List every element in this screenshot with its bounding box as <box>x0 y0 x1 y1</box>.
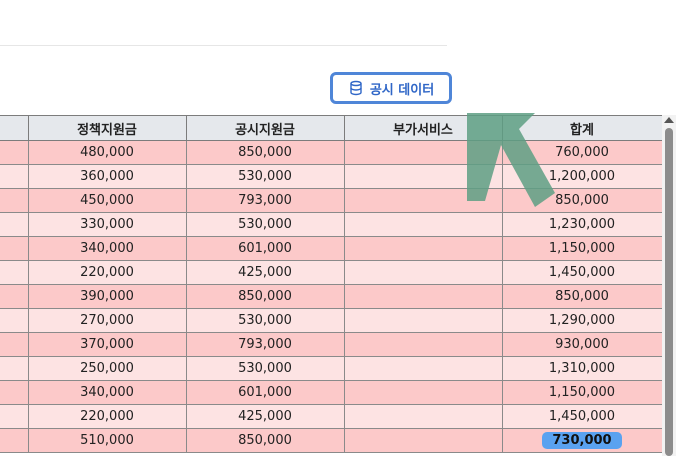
cell-total[interactable]: 760,000 <box>501 140 662 165</box>
table-header-row: 정책지원금 공시지원금 부가서비스 합계 <box>0 115 662 141</box>
table-row[interactable]: 360,000 530,000 1,200,000 <box>0 164 662 189</box>
cell-leading[interactable] <box>0 212 29 237</box>
vertical-scrollbar-thumb[interactable] <box>665 128 673 456</box>
subsidy-table: 정책지원금 공시지원금 부가서비스 합계 480,000 850,000 760,0… <box>0 115 662 453</box>
subsidy-table-container: 정책지원금 공시지원금 부가서비스 합계 480,000 850,000 760,0… <box>0 115 662 456</box>
cell-policy-subsidy[interactable]: 360,000 <box>27 164 187 189</box>
cell-public-subsidy[interactable]: 530,000 <box>185 164 345 189</box>
cell-public-subsidy[interactable]: 850,000 <box>185 140 345 165</box>
table-row[interactable]: 220,000 425,000 1,450,000 <box>0 260 662 285</box>
cell-public-subsidy[interactable]: 601,000 <box>185 380 345 405</box>
cell-leading[interactable] <box>0 140 29 165</box>
cell-public-subsidy[interactable]: 425,000 <box>185 260 345 285</box>
cell-leading[interactable] <box>0 236 29 261</box>
cell-leading[interactable] <box>0 284 29 309</box>
cell-additional-service[interactable] <box>343 260 503 285</box>
cell-additional-service[interactable] <box>343 428 503 453</box>
cell-additional-service[interactable] <box>343 356 503 381</box>
cell-public-subsidy[interactable]: 530,000 <box>185 212 345 237</box>
cell-policy-subsidy[interactable]: 480,000 <box>27 140 187 165</box>
cell-total[interactable]: 730,000 <box>501 428 662 453</box>
cell-total[interactable]: 850,000 <box>501 284 662 309</box>
cell-policy-subsidy[interactable]: 510,000 <box>27 428 187 453</box>
cell-leading[interactable] <box>0 428 29 453</box>
cell-total[interactable]: 1,200,000 <box>501 164 662 189</box>
cell-policy-subsidy[interactable]: 220,000 <box>27 260 187 285</box>
cell-additional-service[interactable] <box>343 308 503 333</box>
cell-leading[interactable] <box>0 260 29 285</box>
table-row[interactable]: 390,000 850,000 850,000 <box>0 284 662 309</box>
cell-policy-subsidy[interactable]: 340,000 <box>27 380 187 405</box>
cell-additional-service[interactable] <box>343 164 503 189</box>
column-header-policy-subsidy[interactable]: 정책지원금 <box>27 115 187 141</box>
table-row[interactable]: 450,000 793,000 850,000 <box>0 188 662 213</box>
table-row[interactable]: 250,000 530,000 1,310,000 <box>0 356 662 381</box>
cell-public-subsidy[interactable]: 793,000 <box>185 332 345 357</box>
column-header-additional-service[interactable]: 부가서비스 <box>343 115 503 141</box>
cell-public-subsidy[interactable]: 530,000 <box>185 356 345 381</box>
table-row[interactable]: 370,000 793,000 930,000 <box>0 332 662 357</box>
public-data-button-label: 공시 데이터 <box>369 82 435 98</box>
cell-total[interactable]: 930,000 <box>501 332 662 357</box>
table-row[interactable]: 220,000 425,000 1,450,000 <box>0 404 662 429</box>
column-header-leading[interactable] <box>0 115 29 141</box>
cell-policy-subsidy[interactable]: 390,000 <box>27 284 187 309</box>
cell-policy-subsidy[interactable]: 220,000 <box>27 404 187 429</box>
cell-public-subsidy[interactable]: 793,000 <box>185 188 345 213</box>
cell-public-subsidy[interactable]: 530,000 <box>185 308 345 333</box>
cell-policy-subsidy[interactable]: 250,000 <box>27 356 187 381</box>
cell-total[interactable]: 1,450,000 <box>501 260 662 285</box>
cell-public-subsidy[interactable]: 850,000 <box>185 428 345 453</box>
cell-additional-service[interactable] <box>343 188 503 213</box>
top-divider <box>0 45 447 46</box>
cell-total[interactable]: 1,290,000 <box>501 308 662 333</box>
table-body: 480,000 850,000 760,000 360,000 530,000 1,200… <box>0 140 662 453</box>
cell-total[interactable]: 1,230,000 <box>501 212 662 237</box>
cell-policy-subsidy[interactable]: 330,000 <box>27 212 187 237</box>
cell-additional-service[interactable] <box>343 284 503 309</box>
cell-leading[interactable] <box>0 380 29 405</box>
cell-leading[interactable] <box>0 188 29 213</box>
cell-public-subsidy[interactable]: 601,000 <box>185 236 345 261</box>
cell-policy-subsidy[interactable]: 270,000 <box>27 308 187 333</box>
cell-public-subsidy[interactable]: 850,000 <box>185 284 345 309</box>
cell-additional-service[interactable] <box>343 236 503 261</box>
table-row[interactable]: 510,000 850,000 730,000 <box>0 428 662 453</box>
cell-policy-subsidy[interactable]: 450,000 <box>27 188 187 213</box>
table-row[interactable]: 270,000 530,000 1,290,000 <box>0 308 662 333</box>
column-header-public-subsidy[interactable]: 공시지원금 <box>185 115 345 141</box>
cell-total[interactable]: 850,000 <box>501 188 662 213</box>
cell-leading[interactable] <box>0 308 29 333</box>
cell-leading[interactable] <box>0 356 29 381</box>
database-icon <box>348 80 364 96</box>
cell-additional-service[interactable] <box>343 140 503 165</box>
cell-public-subsidy[interactable]: 425,000 <box>185 404 345 429</box>
cell-additional-service[interactable] <box>343 212 503 237</box>
cell-total[interactable]: 1,150,000 <box>501 380 662 405</box>
cell-additional-service[interactable] <box>343 332 503 357</box>
cell-leading[interactable] <box>0 332 29 357</box>
cell-total[interactable]: 1,150,000 <box>501 236 662 261</box>
scroll-up-arrow-icon[interactable] <box>664 117 674 123</box>
table-row[interactable]: 330,000 530,000 1,230,000 <box>0 212 662 237</box>
table-row[interactable]: 480,000 850,000 760,000 <box>0 140 662 165</box>
cell-additional-service[interactable] <box>343 380 503 405</box>
cell-policy-subsidy[interactable]: 370,000 <box>27 332 187 357</box>
table-row[interactable]: 340,000 601,000 1,150,000 <box>0 380 662 405</box>
column-header-total[interactable]: 합계 <box>501 115 662 141</box>
public-data-button[interactable]: 공시 데이터 <box>330 72 452 104</box>
cell-total[interactable]: 1,310,000 <box>501 356 662 381</box>
cell-policy-subsidy[interactable]: 340,000 <box>27 236 187 261</box>
cell-total[interactable]: 1,450,000 <box>501 404 662 429</box>
cell-leading[interactable] <box>0 404 29 429</box>
table-row[interactable]: 340,000 601,000 1,150,000 <box>0 236 662 261</box>
cell-additional-service[interactable] <box>343 404 503 429</box>
cell-leading[interactable] <box>0 164 29 189</box>
highlighted-total: 730,000 <box>542 432 622 449</box>
